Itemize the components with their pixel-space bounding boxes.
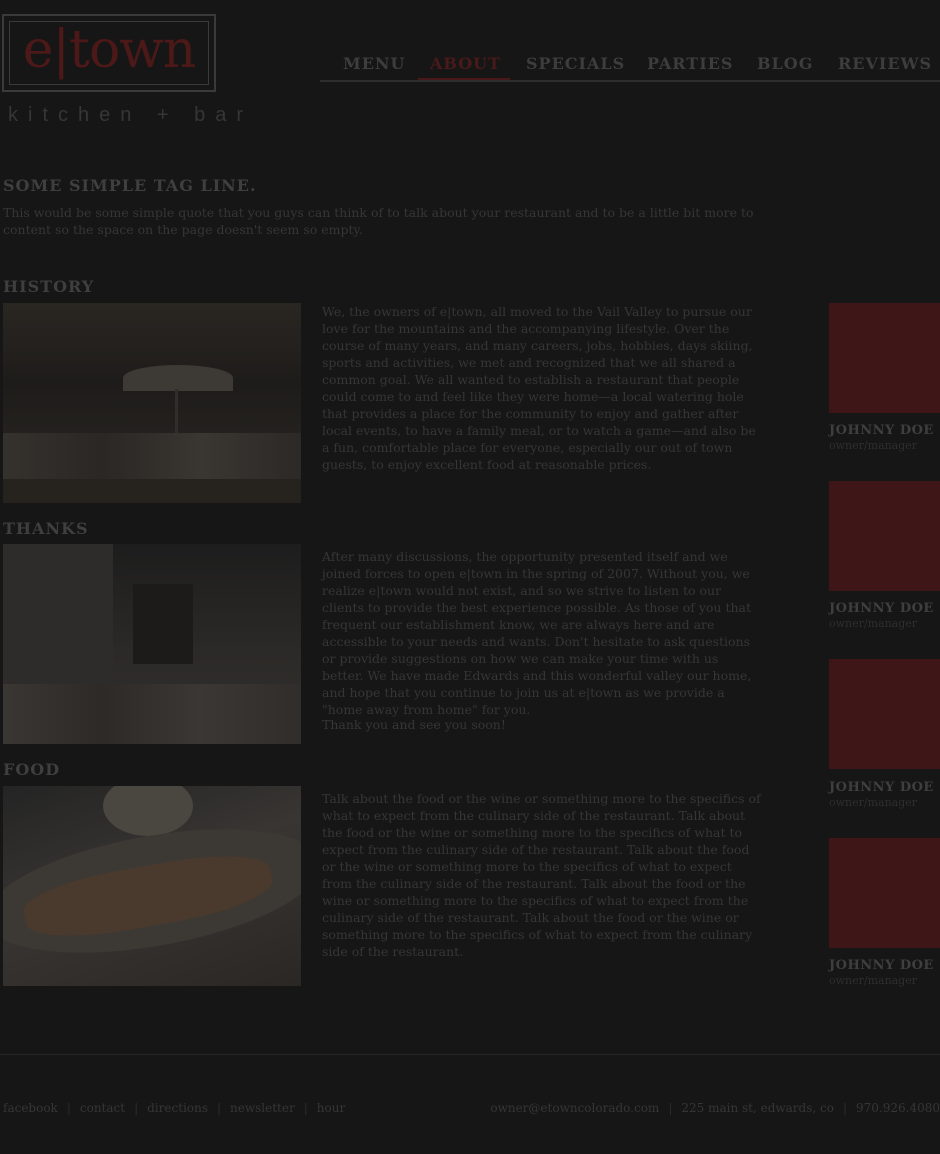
nav-item-specials[interactable]: SPECIALS: [526, 54, 625, 73]
footer-phone: 970.926.4080: [856, 1101, 940, 1115]
staff-photo: [829, 303, 940, 413]
staff-role: owner/manager: [829, 796, 918, 809]
food-text: Talk about the food or the wine or somet…: [322, 791, 761, 959]
footer-links: facebook | contact | directions | newsletter | h…: [3, 1101, 345, 1115]
food-heading: FOOD: [3, 760, 61, 779]
nav-item-blog[interactable]: BLOG: [757, 54, 813, 73]
separator: |: [668, 1101, 673, 1115]
staff-photo: [829, 838, 940, 948]
staff-name: JOHNNY DOE: [829, 780, 934, 795]
umbrella-shape: [123, 365, 233, 391]
footer-link-directions[interactable]: directions: [147, 1101, 208, 1115]
footer-divider: [0, 1054, 940, 1055]
thanks-photo: [3, 544, 301, 744]
separator: |: [134, 1101, 139, 1115]
footer-contact: owner@etowncolorado.com | 225 main st, edw…: [490, 1101, 940, 1115]
staff-name: JOHNNY DOE: [829, 601, 934, 616]
nav-item-parties[interactable]: PARTIES: [647, 54, 733, 73]
staff-photo: [829, 481, 940, 591]
staff-name: JOHNNY DOE: [829, 423, 934, 438]
footer-link-contact[interactable]: contact: [80, 1101, 125, 1115]
tagline-heading: SOME SIMPLE TAG LINE.: [3, 176, 257, 195]
nav-item-about[interactable]: ABOUT: [430, 54, 501, 73]
history-photo: [3, 303, 301, 503]
main-nav: MENU ABOUT SPECIALS PARTIES BLOG REVIEWS: [320, 52, 940, 82]
lemon-shape: [103, 786, 193, 836]
railing-shape: [3, 479, 301, 503]
footer-email-link[interactable]: owner@etowncolorado.com: [490, 1101, 659, 1115]
footer-link-hour[interactable]: hour: [317, 1101, 345, 1115]
separator: |: [216, 1101, 222, 1115]
history-heading: HISTORY: [3, 277, 95, 296]
footer-address: 225 main st, edwards, co: [681, 1101, 834, 1115]
audience-shape: [3, 684, 301, 744]
separator: |: [303, 1101, 308, 1115]
nav-item-reviews[interactable]: REVIEWS: [838, 54, 932, 73]
thanks-closing: Thank you and see you soon!: [322, 717, 506, 732]
thanks-text: After many discussions, the opportunity …: [322, 549, 752, 717]
nav-active-indicator: [418, 78, 510, 80]
logo-text: e|town: [22, 20, 197, 80]
separator: |: [66, 1101, 71, 1115]
history-text: We, the owners of e|town, all moved to t…: [322, 304, 756, 472]
food-photo: [3, 786, 301, 986]
thanks-heading: THANKS: [3, 519, 89, 538]
crowd-shape: [3, 433, 301, 479]
logo-subtitle: kitchen + bar: [8, 104, 254, 126]
staff-role: owner/manager: [829, 439, 918, 452]
tagline-text: This would be some simple quote that you…: [3, 205, 754, 237]
staff-role: owner/manager: [829, 974, 918, 987]
staff-name: JOHNNY DOE: [829, 958, 934, 973]
logo[interactable]: e|town: [2, 14, 216, 92]
staff-photo: [829, 659, 940, 769]
band-shape: [133, 584, 193, 664]
nav-item-menu[interactable]: MENU: [343, 54, 405, 73]
footer-link-facebook[interactable]: facebook: [3, 1101, 58, 1115]
staff-role: owner/manager: [829, 617, 918, 630]
footer-link-newsletter[interactable]: newsletter: [230, 1101, 295, 1115]
separator: |: [842, 1101, 848, 1115]
